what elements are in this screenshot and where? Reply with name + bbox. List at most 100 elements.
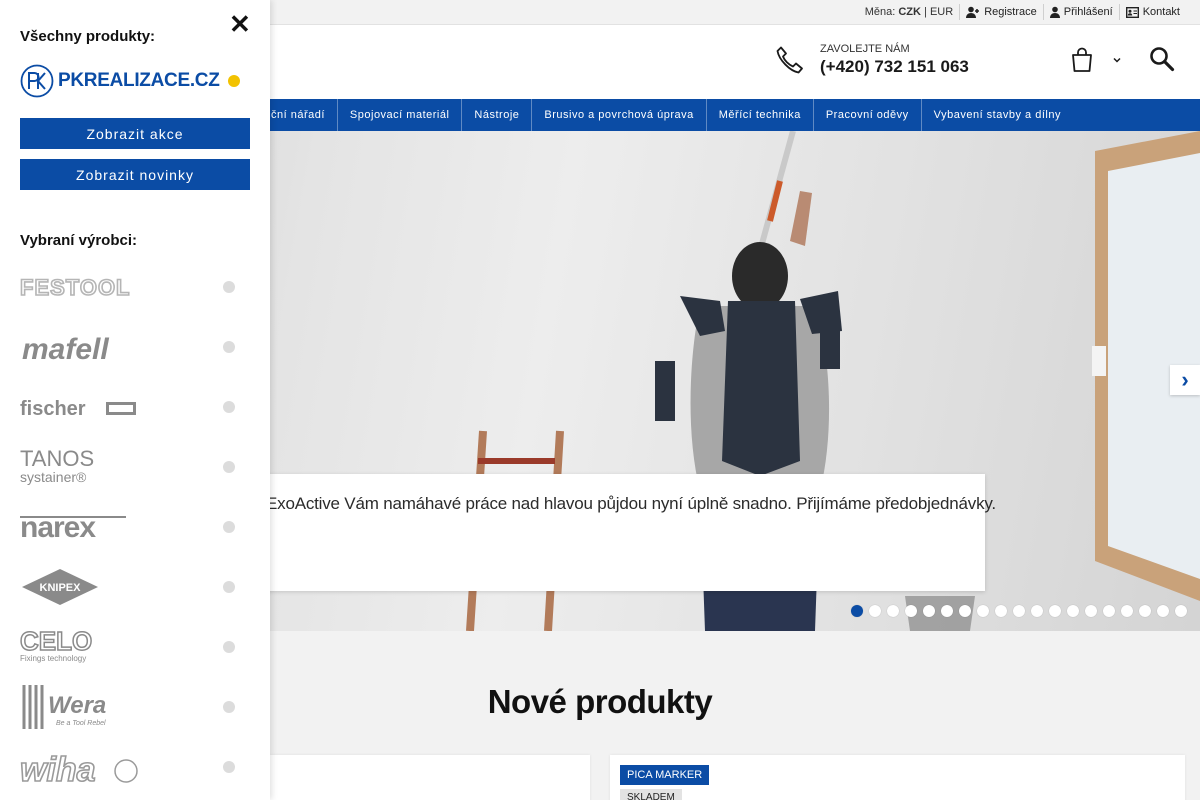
brands-title: Vybraní výrobci: [20,232,137,249]
currency-eur[interactable]: EUR [930,6,953,18]
brand-item-celo[interactable]: CELO Fixings technology [20,617,250,677]
phone-text: ZAVOLEJTE NÁM (+420) 732 151 063 [820,43,969,77]
divider [1042,4,1044,20]
slider-next-button[interactable]: › [1170,365,1200,395]
celo-subline: Fixings technology [20,654,86,663]
festool-logo: FESTOOL [20,257,150,317]
nav-item-workwear[interactable]: Pracovní oděvy [812,99,921,131]
hero-caption-text: ExoActive Vám namáhavé práce nad hlavou … [266,494,996,513]
tanos-wordmark: TANOS [20,446,94,471]
phone-number[interactable]: (+420) 732 151 063 [820,57,969,77]
festool-wordmark: FESTOOL [20,275,131,300]
divider [959,4,961,20]
brand-item-wiha[interactable]: wiha [20,737,250,797]
search-button[interactable] [1148,45,1176,78]
wiha-wordmark: wiha [20,751,96,789]
product-card[interactable]: PICA MARKER SKLADEM [610,755,1185,800]
chevron-right-icon: › [1181,367,1189,392]
brand-radio[interactable] [223,581,235,593]
slider-dot-1[interactable] [851,605,863,617]
narex-logo: narex [20,497,150,557]
product-card[interactable] [270,755,590,800]
slider-dot-16[interactable] [1121,605,1133,617]
nav-item-measuring[interactable]: Měřící technika [705,99,813,131]
cart-button[interactable] [1070,47,1122,73]
brand-radio[interactable] [223,401,235,413]
brand-radio[interactable] [223,521,235,533]
top-utility-links: Měna: CZK | EUR Registrace Přihlášení Ko… [865,0,1180,24]
brand-badge: PICA MARKER [620,765,710,785]
logo-dot [227,75,240,87]
celo-wordmark: CELO [20,626,92,656]
brand-radio[interactable] [223,281,235,293]
slider-dots [851,605,1187,617]
user-add-icon [966,6,980,18]
slider-dot-13[interactable] [1067,605,1079,617]
nav-item-tools[interactable]: Nástroje [461,99,531,131]
slider-dot-11[interactable] [1031,605,1043,617]
slider-dot-19[interactable] [1175,605,1187,617]
nav-item-fasteners[interactable]: Spojovací materiál [336,99,462,131]
wera-wordmark: Wera [48,692,106,719]
slider-dot-9[interactable] [995,605,1007,617]
brand-item-wera[interactable]: Wera Be a Tool Rebel [20,677,250,737]
logo-text: PKREALIZACE.CZ [58,70,220,91]
knipex-logo: KNIPEX [20,557,150,617]
slider-dot-6[interactable] [941,605,953,617]
slider-dot-12[interactable] [1049,605,1061,617]
mafell-wordmark: mafell [22,333,109,366]
slider-dot-5[interactable] [923,605,935,617]
slider-dot-3[interactable] [887,605,899,617]
brand-radio[interactable] [223,761,235,773]
brand-item-tanos[interactable]: TANOS systainer® [20,437,250,497]
close-icon: ✕ [229,9,251,39]
close-button[interactable]: ✕ [229,9,251,39]
nav-item-workshop[interactable]: Vybavení stavby a dílny [920,99,1073,131]
shopping-bag-icon [1072,47,1092,72]
login-label: Přihlášení [1063,6,1113,18]
slider-dot-15[interactable] [1103,605,1115,617]
wera-logo: Wera Be a Tool Rebel [20,677,150,737]
tanos-subline: systainer® [20,469,87,485]
brand-radio[interactable] [223,461,235,473]
slider-dot-18[interactable] [1157,605,1169,617]
brand-item-knipex[interactable]: KNIPEX [20,557,250,617]
phone-contact[interactable]: ZAVOLEJTE NÁM (+420) 732 151 063 [774,43,969,77]
brand-item-festool[interactable]: FESTOOL [20,257,250,317]
mafell-logo: mafell [20,317,150,377]
slider-dot-14[interactable] [1085,605,1097,617]
brand-radio[interactable] [223,641,235,653]
slider-dot-4[interactable] [905,605,917,617]
contact-link[interactable]: Kontakt [1125,6,1180,18]
pk-logo-mark [20,64,54,98]
user-icon [1049,6,1060,18]
phone-icon [776,46,803,74]
currency-czk[interactable]: CZK [898,6,921,18]
brand-item-mafell[interactable]: mafell [20,317,250,377]
show-news-button[interactable]: Zobrazit novinky [20,159,250,190]
stock-badge: SKLADEM [620,789,682,800]
brand-radio[interactable] [223,701,235,713]
slider-dot-7[interactable] [959,605,971,617]
nav-item-abrasives[interactable]: Brusivo a povrchová úprava [531,99,705,131]
login-link[interactable]: Přihlášení [1049,6,1113,18]
knipex-wordmark: KNIPEX [40,582,82,594]
slider-dot-2[interactable] [869,605,881,617]
currency-switcher: Měna: CZK | EUR [865,6,953,18]
slider-dot-10[interactable] [1013,605,1025,617]
celo-logo: CELO Fixings technology [20,617,150,677]
tanos-logo: TANOS systainer® [20,437,150,497]
register-link[interactable]: Registrace [966,6,1037,18]
slider-dot-17[interactable] [1139,605,1151,617]
brand-item-fischer[interactable]: fischer [20,377,250,437]
currency-separator: | [924,6,927,18]
slider-dot-8[interactable] [977,605,989,617]
show-offers-button[interactable]: Zobrazit akce [20,118,250,149]
product-sidebar-menu: Všechny produkty: ✕ PKREALIZACE.CZ Zobra… [0,0,270,800]
chevron-down-icon [1113,57,1121,63]
wera-subline: Be a Tool Rebel [56,720,106,727]
site-logo[interactable]: PKREALIZACE.CZ [20,64,240,98]
hero-caption-box[interactable]: ExoActive Vám namáhavé práce nad hlavou … [250,474,996,591]
brand-radio[interactable] [223,341,235,353]
brand-item-narex[interactable]: narex [20,497,250,557]
